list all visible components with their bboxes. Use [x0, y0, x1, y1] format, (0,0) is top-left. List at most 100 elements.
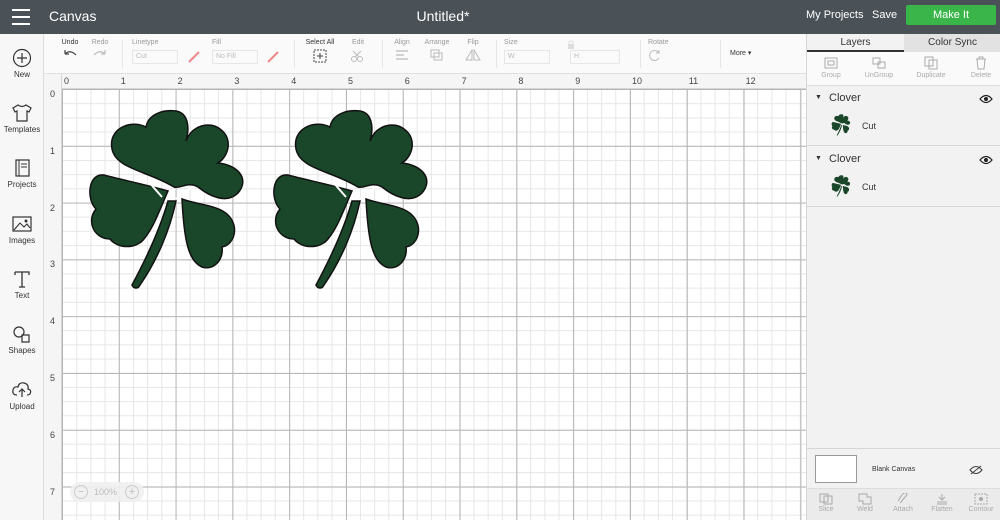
divider: [640, 40, 641, 68]
undo-icon: [64, 50, 77, 56]
width-field[interactable]: W: [504, 50, 550, 64]
clover-thumbnail-icon: [831, 175, 851, 197]
layer-group[interactable]: ▼ Clover Cut: [807, 86, 1000, 146]
path-tool-label: Weld: [857, 506, 873, 513]
eye-icon[interactable]: [979, 94, 993, 104]
nav-label: Shapes: [8, 346, 36, 355]
edit-button[interactable]: Edit: [344, 39, 372, 65]
tshirt-icon: [12, 104, 32, 122]
zoom-out-button[interactable]: −: [74, 485, 88, 499]
layer-name: Clover: [829, 153, 861, 165]
tab-layers[interactable]: Layers: [807, 34, 904, 52]
height-field[interactable]: H: [570, 50, 620, 64]
undo-label: Undo: [61, 39, 79, 46]
fill-select[interactable]: No Fill: [212, 50, 258, 64]
ruler-top-number: 9: [575, 76, 581, 86]
more-button[interactable]: More ▾: [730, 49, 751, 57]
nav-images[interactable]: Images: [0, 214, 44, 245]
select-all-label: Select All: [305, 39, 335, 46]
linetype-select[interactable]: Cut: [132, 50, 178, 64]
ruler-top-number: 12: [745, 76, 756, 86]
fill-control[interactable]: Fill: [212, 39, 242, 49]
eye-icon[interactable]: [979, 155, 993, 165]
weld-button[interactable]: Weld: [846, 493, 884, 513]
select-all-icon: [313, 49, 327, 63]
layer-tool-label: UnGroup: [864, 72, 894, 79]
weld-icon: [858, 493, 872, 505]
layer-group[interactable]: ▼ Clover Cut: [807, 147, 1000, 207]
caret-down-icon[interactable]: ▼: [815, 155, 822, 162]
divider: [294, 40, 295, 68]
arrange-button[interactable]: Arrange: [422, 39, 452, 63]
make-it-button[interactable]: Make It: [906, 5, 996, 25]
flatten-button[interactable]: Flatten: [923, 493, 961, 513]
redo-button[interactable]: Redo: [88, 39, 112, 63]
document-title[interactable]: Untitled*: [0, 8, 886, 24]
slice-button[interactable]: Slice: [807, 493, 845, 513]
layer-tool-label: Group: [821, 72, 841, 79]
delete-button[interactable]: Delete: [957, 56, 1000, 79]
duplicate-button[interactable]: Duplicate: [907, 56, 955, 79]
my-projects-link[interactable]: My Projects: [806, 9, 863, 21]
nav-projects[interactable]: Projects: [0, 158, 44, 189]
ruler-left-number: 1: [50, 145, 56, 156]
nav-label: Upload: [9, 402, 35, 411]
linetype-control[interactable]: Linetype: [132, 39, 168, 49]
more-label: More: [730, 50, 746, 57]
redo-label: Redo: [91, 39, 109, 46]
zoom-control: − 100% +: [70, 482, 144, 502]
edit-label: Edit: [351, 39, 365, 46]
clover-image[interactable]: [272, 109, 447, 291]
image-icon: [12, 216, 32, 232]
layer-operation: Cut: [862, 121, 877, 131]
size-control: Size: [504, 39, 524, 49]
design-canvas[interactable]: [62, 89, 806, 520]
nav-new[interactable]: New: [0, 48, 44, 79]
nav-templates[interactable]: Templates: [0, 103, 44, 134]
align-button[interactable]: Align: [388, 39, 416, 63]
fill-color-swatch-icon[interactable]: [266, 50, 280, 64]
align-label: Align: [394, 39, 410, 46]
contour-icon: [974, 493, 988, 505]
layer-operation: Cut: [862, 182, 877, 192]
layer-tool-label: Duplicate: [916, 72, 946, 79]
arrange-label: Arrange: [424, 39, 450, 46]
divider: [122, 40, 123, 68]
scissors-icon: [351, 50, 363, 62]
rotate-label: Rotate: [648, 39, 669, 46]
ruler-left-number: 4: [50, 316, 56, 327]
contour-button[interactable]: Contour: [962, 493, 1000, 513]
duplicate-icon: [924, 56, 938, 70]
flip-button[interactable]: Flip: [460, 39, 486, 63]
arrange-icon: [430, 49, 443, 61]
canvas-color-swatch[interactable]: [815, 455, 857, 483]
linetype-color-swatch-icon[interactable]: [187, 50, 201, 64]
group-button[interactable]: Group: [807, 56, 855, 79]
tab-color-sync[interactable]: Color Sync: [904, 34, 1000, 52]
rotate-control[interactable]: Rotate: [648, 39, 678, 63]
undo-button[interactable]: Undo: [58, 39, 82, 63]
redo-icon: [93, 50, 106, 56]
ruler-top-number: 6: [404, 76, 410, 86]
caret-down-icon[interactable]: ▼: [815, 94, 822, 101]
zoom-in-button[interactable]: +: [125, 485, 139, 499]
select-all-button[interactable]: Select All: [300, 39, 340, 65]
nav-text[interactable]: Text: [0, 269, 44, 300]
clover-image[interactable]: [88, 109, 263, 291]
paperclip-icon: [897, 493, 908, 504]
ruler-top-number: 1: [120, 76, 126, 86]
slice-icon: [819, 493, 833, 505]
lock-icon[interactable]: [566, 40, 576, 50]
eye-hidden-icon[interactable]: [969, 465, 983, 475]
nav-shapes[interactable]: Shapes: [0, 324, 44, 355]
attach-button[interactable]: Attach: [884, 493, 922, 513]
rotate-icon: [649, 50, 660, 61]
path-tools: Slice Weld Attach Flatten Contour: [807, 488, 1000, 520]
left-nav: New Templates Projects Images Text Shape…: [0, 34, 44, 520]
nav-label: Images: [8, 236, 36, 245]
ungroup-button[interactable]: UnGroup: [855, 56, 903, 79]
nav-upload[interactable]: Upload: [0, 380, 44, 411]
save-link[interactable]: Save: [872, 9, 897, 21]
ruler-top-number: 0: [64, 76, 70, 86]
fill-label: Fill: [212, 39, 221, 46]
